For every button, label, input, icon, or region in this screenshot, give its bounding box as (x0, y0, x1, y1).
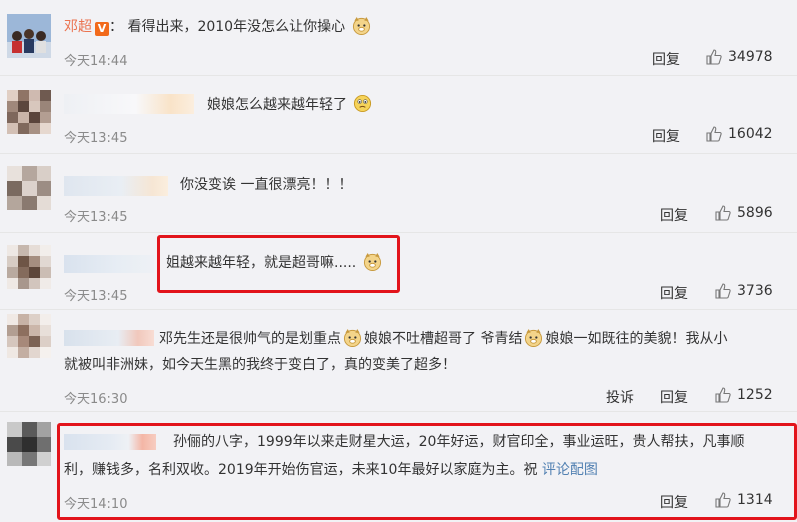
comment-row: 孙俪的八字，1999年以来走财星大运，20年好运，财官印全，事业运旺，贵人帮扶，… (0, 412, 797, 522)
comment-row: 你没变诶 一直很漂亮！！！ 今天13:45 回复 5896 (0, 154, 797, 233)
doge-emoji-icon (525, 328, 543, 347)
timestamp: 今天13:45 (64, 210, 128, 225)
thumbs-up-icon (706, 49, 722, 65)
comment-body: 娘娘怎么越来越年轻了 (207, 97, 347, 113)
thumbs-up-icon (706, 126, 722, 142)
thumbs-up-icon (715, 387, 731, 403)
like-button[interactable]: 5896 (715, 205, 773, 221)
thumbs-up-icon (715, 492, 731, 508)
like-count: 16042 (728, 126, 773, 142)
reply-button[interactable]: 回复 (652, 49, 680, 69)
comment-text: 娘娘怎么越来越年轻了 (207, 92, 374, 118)
avatar[interactable] (7, 422, 51, 466)
username-blurred[interactable] (64, 330, 154, 346)
like-button[interactable]: 1314 (715, 492, 773, 508)
comment-body: 你没变诶 一直很漂亮！！！ (180, 177, 353, 193)
username-blurred[interactable] (64, 255, 154, 273)
doge-emoji-icon (363, 252, 381, 271)
reply-button[interactable]: 回复 (660, 387, 688, 407)
like-count: 1252 (737, 387, 773, 403)
timestamp: 今天13:45 (64, 289, 128, 304)
username-blurred[interactable] (64, 434, 156, 450)
comment-row: 姐越来越年轻，就是超哥嘛..... 今天13:45 回复 3736 (0, 233, 797, 310)
username[interactable]: 邓超 (64, 19, 92, 35)
avatar[interactable] (7, 245, 51, 289)
verified-badge-icon: V (95, 22, 109, 36)
like-button[interactable]: 3736 (715, 283, 773, 299)
comment-text: 邓超 V： 看得出来，2010年没怎么让你操心 (64, 14, 373, 40)
comment-text: 姐越来越年轻，就是超哥嘛..... (166, 250, 384, 276)
reply-button[interactable]: 回复 (652, 126, 680, 146)
username-blurred[interactable] (64, 94, 194, 114)
avatar[interactable] (7, 14, 51, 58)
reply-button[interactable]: 回复 (660, 205, 688, 225)
like-count: 5896 (737, 205, 773, 221)
comment-text-line2: 就被叫非洲妹，如今天生黑的我终于变白了，真的变美了超多！ (64, 357, 456, 373)
timestamp: 今天13:45 (64, 131, 128, 146)
comment-row: 邓超 V： 看得出来，2010年没怎么让你操心 今天14:44 回复 34978 (0, 0, 797, 76)
like-count: 1314 (737, 492, 773, 508)
report-button[interactable]: 投诉 (606, 387, 634, 407)
like-button[interactable]: 16042 (706, 126, 773, 142)
comment-body: 姐越来越年轻，就是超哥嘛..... (166, 255, 357, 271)
cry-emoji-icon (354, 94, 372, 113)
avatar[interactable] (7, 314, 51, 358)
comment-body: 看得出来，2010年没怎么让你操心 (127, 19, 346, 35)
comment-text: 邓先生还是很帅气的是划重点 娘娘不吐槽超哥了 爷青结 娘娘一如既往的美貌！我从小 (159, 326, 727, 352)
thumbs-up-icon (715, 283, 731, 299)
comment-text: 你没变诶 一直很漂亮！！！ (180, 172, 352, 198)
doge-emoji-icon (352, 16, 370, 35)
thumbs-up-icon (715, 205, 731, 221)
timestamp: 今天16:30 (64, 392, 128, 407)
like-count: 34978 (728, 49, 773, 65)
timestamp: 今天14:44 (64, 54, 128, 69)
comment-image-link[interactable]: 评论配图 (542, 462, 598, 478)
like-button[interactable]: 1252 (715, 387, 773, 403)
like-button[interactable]: 34978 (706, 49, 773, 65)
comment-row: 邓先生还是很帅气的是划重点 娘娘不吐槽超哥了 爷青结 娘娘一如既往的美貌！我从小 就… (0, 310, 797, 412)
comment-text-line2: 利，赚钱多，名利双收。2019年开始伤官运，未来10年最好以家庭为主。祝 评论配… (64, 462, 598, 478)
username-blurred[interactable] (64, 176, 168, 196)
comment-text: 孙俪的八字，1999年以来走财星大运，20年好运，财官印全，事业运旺，贵人帮扶，… (173, 434, 745, 450)
doge-emoji-icon (343, 328, 362, 347)
comment-row: 娘娘怎么越来越年轻了 今天13:45 回复 16042 (0, 76, 797, 154)
reply-button[interactable]: 回复 (660, 492, 688, 512)
reply-button[interactable]: 回复 (660, 283, 688, 303)
like-count: 3736 (737, 283, 773, 299)
avatar[interactable] (7, 166, 51, 210)
avatar[interactable] (7, 90, 51, 134)
timestamp: 今天14:10 (64, 497, 128, 512)
